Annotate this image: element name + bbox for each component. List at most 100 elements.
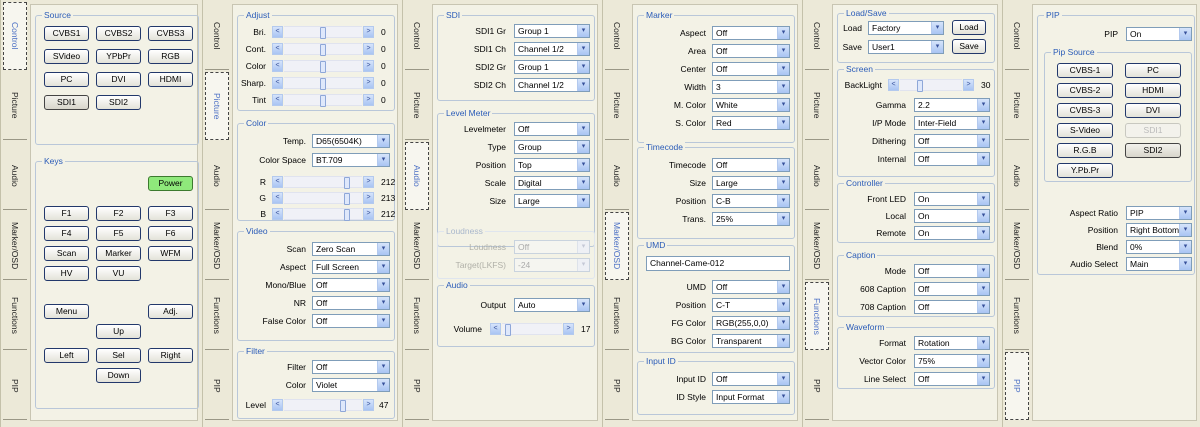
slider-right-arrow[interactable]: > xyxy=(363,399,374,411)
chevron-down-icon[interactable]: ▾ xyxy=(1179,224,1191,236)
up-button[interactable]: Up xyxy=(96,324,141,339)
slider-track[interactable] xyxy=(502,323,562,336)
f1-button[interactable]: F1 xyxy=(44,206,89,221)
row-select[interactable]: Channel 1/2 ▾ xyxy=(514,42,590,56)
slider-track[interactable] xyxy=(284,176,362,189)
row-select[interactable]: Off ▾ xyxy=(914,152,990,166)
row-select[interactable]: Off ▾ xyxy=(712,44,790,58)
chevron-down-icon[interactable]: ▾ xyxy=(977,337,989,349)
row-select[interactable]: On ▾ xyxy=(914,192,990,206)
chevron-down-icon[interactable]: ▾ xyxy=(977,153,989,165)
f5-button[interactable]: F5 xyxy=(96,226,141,241)
row-slider[interactable]: < > xyxy=(272,77,374,90)
slider-thumb[interactable] xyxy=(320,44,326,56)
chevron-down-icon[interactable]: ▾ xyxy=(377,297,389,309)
slider-left-arrow[interactable]: < xyxy=(272,399,283,411)
tab-pip[interactable]: PIP xyxy=(805,352,829,420)
scan-button[interactable]: Scan xyxy=(44,246,89,261)
row-select[interactable]: Inter-Field ▾ xyxy=(914,116,990,130)
row-select[interactable]: 2.2 ▾ xyxy=(914,98,990,112)
chevron-down-icon[interactable]: ▾ xyxy=(977,373,989,385)
tab-marker-osd[interactable]: Marker/OSD xyxy=(1005,212,1029,280)
pip-source-rgb[interactable]: R.G.B xyxy=(1057,143,1113,158)
slider-thumb[interactable] xyxy=(344,177,350,189)
slider-thumb[interactable] xyxy=(344,209,350,221)
row-select[interactable]: 0% ▾ xyxy=(1126,240,1192,254)
row-select[interactable]: 25% ▾ xyxy=(712,212,790,226)
slider-left-arrow[interactable]: < xyxy=(272,176,283,188)
chevron-down-icon[interactable]: ▾ xyxy=(577,195,589,207)
slider-thumb[interactable] xyxy=(917,80,923,92)
slider-right-arrow[interactable]: > xyxy=(363,192,374,204)
tab-functions[interactable]: Functions xyxy=(605,282,629,350)
slider-right-arrow[interactable]: > xyxy=(363,43,374,55)
chevron-down-icon[interactable]: ▾ xyxy=(777,117,789,129)
row-select[interactable]: Group 1 ▾ xyxy=(514,60,590,74)
chevron-down-icon[interactable]: ▾ xyxy=(577,299,589,311)
chevron-down-icon[interactable]: ▾ xyxy=(577,79,589,91)
row-select[interactable]: Red ▾ xyxy=(712,116,790,130)
row-slider[interactable]: < > xyxy=(272,192,374,205)
row-select[interactable]: On ▾ xyxy=(914,209,990,223)
tab-pip[interactable]: PIP xyxy=(605,352,629,420)
row-select[interactable]: Off ▾ xyxy=(312,296,390,310)
row-select[interactable]: Off ▾ xyxy=(712,158,790,172)
f2-button[interactable]: F2 xyxy=(96,206,141,221)
slider-left-arrow[interactable]: < xyxy=(272,60,283,72)
chevron-down-icon[interactable]: ▾ xyxy=(377,261,389,273)
row-select[interactable]: Channel 1/2 ▾ xyxy=(514,78,590,92)
tab-functions[interactable]: Functions xyxy=(805,282,829,350)
row-select[interactable]: Off ▾ xyxy=(712,280,790,294)
chevron-down-icon[interactable]: ▾ xyxy=(977,210,989,222)
level-slider[interactable]: < > xyxy=(272,399,374,412)
pip-source-sdi2[interactable]: SDI2 xyxy=(1125,143,1181,158)
row-select[interactable]: Large ▾ xyxy=(514,194,590,208)
slider-thumb[interactable] xyxy=(320,78,326,90)
row-select[interactable]: Rotation ▾ xyxy=(914,336,990,350)
slider-right-arrow[interactable]: > xyxy=(363,94,374,106)
tab-audio[interactable]: Audio xyxy=(205,142,229,210)
row-select[interactable]: Off ▾ xyxy=(712,372,790,386)
chevron-down-icon[interactable]: ▾ xyxy=(377,315,389,327)
row-select[interactable]: C-T ▾ xyxy=(712,298,790,312)
row-select[interactable]: Off ▾ xyxy=(712,26,790,40)
chevron-down-icon[interactable]: ▾ xyxy=(977,117,989,129)
row-slider[interactable]: < > xyxy=(272,60,374,73)
pip-source-cvbs3[interactable]: CVBS-3 xyxy=(1057,103,1113,118)
chevron-down-icon[interactable]: ▾ xyxy=(977,135,989,147)
source-button-sdi2[interactable]: SDI2 xyxy=(96,95,141,110)
chevron-down-icon[interactable]: ▾ xyxy=(977,283,989,295)
row-select[interactable]: -24 ▾ xyxy=(514,258,590,272)
tab-picture[interactable]: Picture xyxy=(1005,72,1029,140)
slider-track[interactable] xyxy=(284,94,362,107)
row-select[interactable]: Off ▾ xyxy=(514,240,590,254)
source-button-cvbs2[interactable]: CVBS2 xyxy=(96,26,141,41)
backlight-slider[interactable]: < > xyxy=(888,79,974,92)
slider-track[interactable] xyxy=(284,43,362,56)
tab-marker-osd[interactable]: Marker/OSD xyxy=(805,212,829,280)
tab-control[interactable]: Control xyxy=(3,2,27,70)
pip-select[interactable]: On ▾ xyxy=(1126,27,1192,41)
source-button-svideo[interactable]: SVideo xyxy=(44,49,89,64)
pip-source-pc[interactable]: PC xyxy=(1125,63,1181,78)
slider-right-arrow[interactable]: > xyxy=(363,208,374,220)
load-select[interactable]: Factory ▾ xyxy=(868,21,944,35)
menu-button[interactable]: Menu xyxy=(44,304,89,319)
slider-thumb[interactable] xyxy=(340,400,346,412)
tab-audio[interactable]: Audio xyxy=(605,142,629,210)
slider-right-arrow[interactable]: > xyxy=(963,79,974,91)
tab-picture[interactable]: Picture xyxy=(405,72,429,140)
tab-functions[interactable]: Functions xyxy=(3,282,27,350)
row-select[interactable]: Large ▾ xyxy=(712,176,790,190)
row-select[interactable]: Group ▾ xyxy=(514,140,590,154)
chevron-down-icon[interactable]: ▾ xyxy=(1179,28,1191,40)
slider-left-arrow[interactable]: < xyxy=(272,94,283,106)
chevron-down-icon[interactable]: ▾ xyxy=(977,355,989,367)
left-button[interactable]: Left xyxy=(44,348,89,363)
chevron-down-icon[interactable]: ▾ xyxy=(777,213,789,225)
sel-button[interactable]: Sel xyxy=(96,348,141,363)
row-select[interactable]: Off ▾ xyxy=(914,264,990,278)
row-select[interactable]: Off ▾ xyxy=(514,122,590,136)
slider-left-arrow[interactable]: < xyxy=(490,323,501,335)
slider-track[interactable] xyxy=(284,192,362,205)
